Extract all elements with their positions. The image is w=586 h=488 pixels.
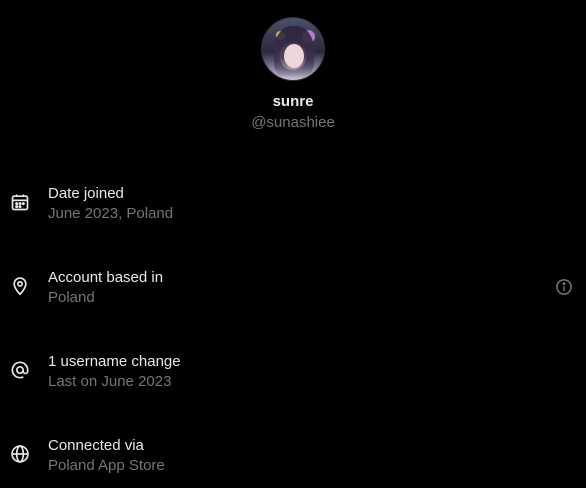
avatar[interactable] [261,17,325,81]
detail-title: Date joined [48,185,124,202]
detail-row-account-based-in: Account based in Poland [0,268,586,308]
detail-row-username-changes: 1 username change Last on June 2023 [0,352,586,392]
username-handle: @sunashiee [251,114,335,131]
display-name: sunre [272,93,314,110]
detail-row-date-joined: Date joined June 2023, Poland [0,184,586,224]
location-pin-icon [10,276,30,296]
detail-value: Last on June 2023 [48,373,172,390]
detail-value: Poland [48,289,95,306]
detail-title: 1 username change [48,353,181,370]
about-account-panel: sunre @sunashiee Date joined June 2023, … [0,0,586,488]
globe-icon [10,444,30,464]
at-sign-icon [10,360,30,380]
calendar-icon [10,192,30,212]
detail-title: Connected via [48,437,144,454]
detail-value: Poland App Store [48,457,165,474]
info-icon[interactable] [555,278,573,296]
detail-value: June 2023, Poland [48,205,174,222]
detail-row-connected-via: Connected via Poland App Store [0,436,586,476]
detail-title: Account based in [48,269,164,286]
profile-header: sunre @sunashiee [0,17,586,133]
